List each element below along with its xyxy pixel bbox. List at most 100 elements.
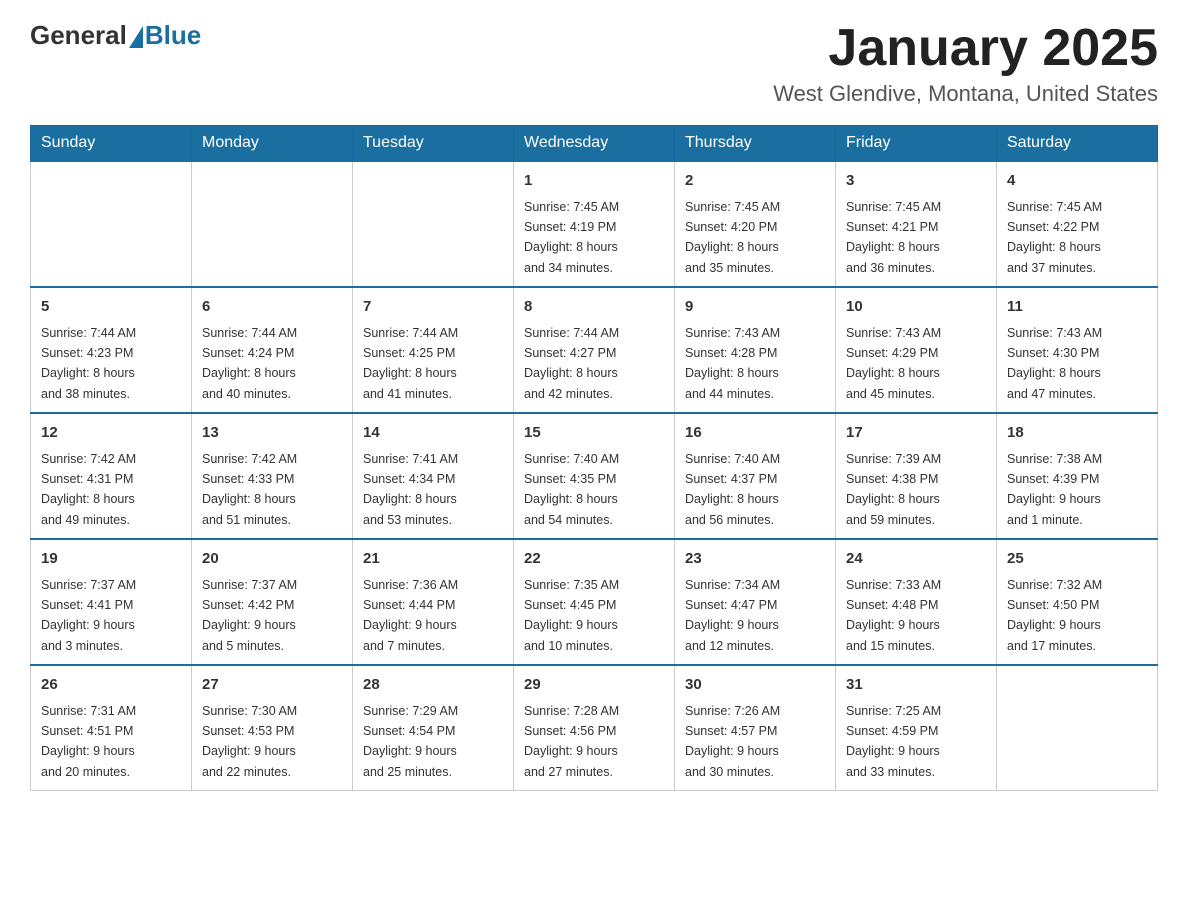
calendar-cell: 17Sunrise: 7:39 AM Sunset: 4:38 PM Dayli… [836, 413, 997, 539]
day-number: 15 [524, 422, 664, 445]
calendar-cell: 10 Sunrise: 7:43 AM Sunset: 4:29 PM Dayli… [836, 287, 997, 413]
calendar-cell: 21 Sunrise: 7:36 AM Sunset: 4:44 PM Dayli… [353, 539, 514, 665]
weekday-header-tuesday: Tuesday [353, 126, 514, 162]
calendar-cell: 18 Sunrise: 7:38 AM Sunset: 4:39 PM Dayli… [997, 413, 1158, 539]
calendar-cell: 7Sunrise: 7:44 AM Sunset: 4:25 PM Daylig… [353, 287, 514, 413]
calendar-cell: 12Sunrise: 7:42 AM Sunset: 4:31 PM Dayli… [31, 413, 192, 539]
day-info: Sunrise: 7:33 AM Sunset: 4:48 PM Dayligh… [846, 578, 941, 653]
calendar-cell: 3Sunrise: 7:45 AM Sunset: 4:21 PM Daylig… [836, 161, 997, 287]
weekday-header-sunday: Sunday [31, 126, 192, 162]
day-info: Sunrise: 7:43 AM Sunset: 4:30 PM Dayligh… [1007, 326, 1102, 401]
calendar-cell: 24 Sunrise: 7:33 AM Sunset: 4:48 PM Dayli… [836, 539, 997, 665]
day-info: Sunrise: 7:37 AM Sunset: 4:42 PM Dayligh… [202, 578, 297, 653]
calendar-cell: 31Sunrise: 7:25 AM Sunset: 4:59 PM Dayli… [836, 665, 997, 791]
day-info: Sunrise: 7:38 AM Sunset: 4:39 PM Dayligh… [1007, 452, 1102, 527]
day-number: 11 [1007, 296, 1147, 319]
calendar-week-row: 26 Sunrise: 7:31 AM Sunset: 4:51 PM Dayli… [31, 665, 1158, 791]
day-number: 12 [41, 422, 181, 445]
day-number: 19 [41, 548, 181, 571]
calendar-cell: 9Sunrise: 7:43 AM Sunset: 4:28 PM Daylig… [675, 287, 836, 413]
day-info: Sunrise: 7:32 AM Sunset: 4:50 PM Dayligh… [1007, 578, 1102, 653]
calendar-cell: 26 Sunrise: 7:31 AM Sunset: 4:51 PM Dayli… [31, 665, 192, 791]
calendar-cell: 27Sunrise: 7:30 AM Sunset: 4:53 PM Dayli… [192, 665, 353, 791]
day-number: 5 [41, 296, 181, 319]
day-info: Sunrise: 7:37 AM Sunset: 4:41 PM Dayligh… [41, 578, 136, 653]
day-number: 4 [1007, 170, 1147, 193]
day-number: 18 [1007, 422, 1147, 445]
day-info: Sunrise: 7:34 AM Sunset: 4:47 PM Dayligh… [685, 578, 780, 653]
calendar-week-row: 1Sunrise: 7:45 AM Sunset: 4:19 PM Daylig… [31, 161, 1158, 287]
page-header: General Blue January 2025 West Glendive,… [30, 20, 1158, 107]
day-number: 13 [202, 422, 342, 445]
calendar-cell: 4 Sunrise: 7:45 AM Sunset: 4:22 PM Daylig… [997, 161, 1158, 287]
calendar-cell: 29 Sunrise: 7:28 AM Sunset: 4:56 PM Dayli… [514, 665, 675, 791]
day-number: 26 [41, 674, 181, 697]
calendar-cell: 23 Sunrise: 7:34 AM Sunset: 4:47 PM Dayli… [675, 539, 836, 665]
calendar-cell: 11 Sunrise: 7:43 AM Sunset: 4:30 PM Dayli… [997, 287, 1158, 413]
day-info: Sunrise: 7:35 AM Sunset: 4:45 PM Dayligh… [524, 578, 619, 653]
calendar-cell: 5 Sunrise: 7:44 AM Sunset: 4:23 PM Daylig… [31, 287, 192, 413]
calendar-cell: 8Sunrise: 7:44 AM Sunset: 4:27 PM Daylig… [514, 287, 675, 413]
day-info: Sunrise: 7:44 AM Sunset: 4:23 PM Dayligh… [41, 326, 136, 401]
calendar-cell: 16Sunrise: 7:40 AM Sunset: 4:37 PM Dayli… [675, 413, 836, 539]
title-section: January 2025 West Glendive, Montana, Uni… [773, 20, 1158, 107]
calendar-cell: 19 Sunrise: 7:37 AM Sunset: 4:41 PM Dayli… [31, 539, 192, 665]
calendar-cell: 13 Sunrise: 7:42 AM Sunset: 4:33 PM Dayli… [192, 413, 353, 539]
day-info: Sunrise: 7:29 AM Sunset: 4:54 PM Dayligh… [363, 704, 458, 779]
weekday-header-saturday: Saturday [997, 126, 1158, 162]
day-number: 6 [202, 296, 342, 319]
weekday-header-friday: Friday [836, 126, 997, 162]
day-number: 29 [524, 674, 664, 697]
day-number: 14 [363, 422, 503, 445]
calendar-cell [31, 161, 192, 287]
day-info: Sunrise: 7:28 AM Sunset: 4:56 PM Dayligh… [524, 704, 619, 779]
day-info: Sunrise: 7:45 AM Sunset: 4:20 PM Dayligh… [685, 200, 780, 275]
day-number: 10 [846, 296, 986, 319]
logo: General Blue [30, 20, 201, 51]
weekday-header-thursday: Thursday [675, 126, 836, 162]
calendar-cell: 1Sunrise: 7:45 AM Sunset: 4:19 PM Daylig… [514, 161, 675, 287]
calendar-cell: 15 Sunrise: 7:40 AM Sunset: 4:35 PM Dayli… [514, 413, 675, 539]
calendar-cell: 30 Sunrise: 7:26 AM Sunset: 4:57 PM Dayli… [675, 665, 836, 791]
day-number: 21 [363, 548, 503, 571]
day-info: Sunrise: 7:42 AM Sunset: 4:33 PM Dayligh… [202, 452, 297, 527]
logo-triangle-icon [129, 26, 143, 48]
day-number: 1 [524, 170, 664, 193]
day-number: 27 [202, 674, 342, 697]
day-info: Sunrise: 7:44 AM Sunset: 4:24 PM Dayligh… [202, 326, 297, 401]
day-info: Sunrise: 7:39 AM Sunset: 4:38 PM Dayligh… [846, 452, 941, 527]
calendar-cell: 22 Sunrise: 7:35 AM Sunset: 4:45 PM Dayli… [514, 539, 675, 665]
day-info: Sunrise: 7:40 AM Sunset: 4:35 PM Dayligh… [524, 452, 619, 527]
day-info: Sunrise: 7:31 AM Sunset: 4:51 PM Dayligh… [41, 704, 136, 779]
calendar-cell: 2 Sunrise: 7:45 AM Sunset: 4:20 PM Daylig… [675, 161, 836, 287]
day-number: 30 [685, 674, 825, 697]
calendar-week-row: 19 Sunrise: 7:37 AM Sunset: 4:41 PM Dayli… [31, 539, 1158, 665]
calendar-cell: 14Sunrise: 7:41 AM Sunset: 4:34 PM Dayli… [353, 413, 514, 539]
day-number: 3 [846, 170, 986, 193]
day-number: 7 [363, 296, 503, 319]
day-info: Sunrise: 7:26 AM Sunset: 4:57 PM Dayligh… [685, 704, 780, 779]
logo-text-blue: Blue [145, 20, 201, 51]
day-number: 28 [363, 674, 503, 697]
day-info: Sunrise: 7:43 AM Sunset: 4:29 PM Dayligh… [846, 326, 941, 401]
calendar-cell: 25Sunrise: 7:32 AM Sunset: 4:50 PM Dayli… [997, 539, 1158, 665]
calendar-cell: 28 Sunrise: 7:29 AM Sunset: 4:54 PM Dayli… [353, 665, 514, 791]
calendar-header-row: SundayMondayTuesdayWednesdayThursdayFrid… [31, 126, 1158, 162]
calendar-cell [353, 161, 514, 287]
day-number: 23 [685, 548, 825, 571]
day-info: Sunrise: 7:25 AM Sunset: 4:59 PM Dayligh… [846, 704, 941, 779]
day-number: 20 [202, 548, 342, 571]
day-number: 16 [685, 422, 825, 445]
day-info: Sunrise: 7:36 AM Sunset: 4:44 PM Dayligh… [363, 578, 458, 653]
day-info: Sunrise: 7:45 AM Sunset: 4:22 PM Dayligh… [1007, 200, 1102, 275]
calendar-cell [192, 161, 353, 287]
calendar-table: SundayMondayTuesdayWednesdayThursdayFrid… [30, 125, 1158, 791]
calendar-week-row: 12Sunrise: 7:42 AM Sunset: 4:31 PM Dayli… [31, 413, 1158, 539]
calendar-cell [997, 665, 1158, 791]
day-number: 22 [524, 548, 664, 571]
day-number: 2 [685, 170, 825, 193]
day-info: Sunrise: 7:43 AM Sunset: 4:28 PM Dayligh… [685, 326, 780, 401]
day-info: Sunrise: 7:44 AM Sunset: 4:27 PM Dayligh… [524, 326, 619, 401]
weekday-header-monday: Monday [192, 126, 353, 162]
day-number: 24 [846, 548, 986, 571]
